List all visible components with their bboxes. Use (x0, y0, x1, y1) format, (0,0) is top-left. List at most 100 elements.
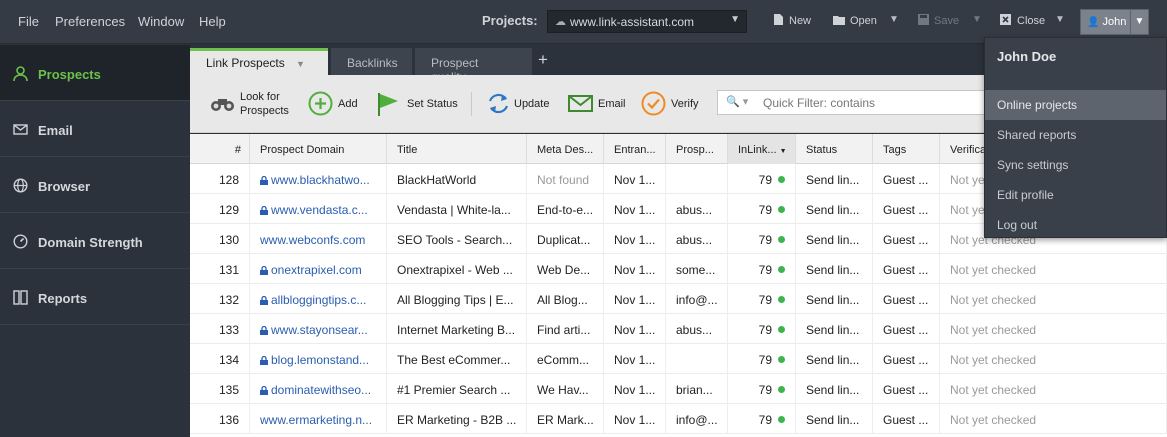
project-select[interactable]: ☁ www.link-assistant.com ▼ (547, 10, 747, 33)
update-button[interactable]: Update (486, 75, 552, 133)
cell-inlink-rank-text: 79 (758, 323, 772, 337)
reports-icon (13, 290, 28, 305)
cell-verification-text: Not yet checked (950, 353, 1037, 367)
user-menu: John Doe Online projects Shared reports … (984, 37, 1167, 238)
col-tags[interactable]: Tags (873, 134, 940, 164)
menu-file[interactable]: File (18, 14, 39, 29)
cell-prospect-email-text: info@... (676, 293, 718, 307)
look-for-prospects-button[interactable]: Look for Prospects (210, 75, 292, 133)
table-row[interactable]: 131 onextrapixel.com Onextrapixel - Web ..… (190, 254, 1167, 284)
save-button[interactable]: Save (917, 14, 959, 27)
cell-tags: Guest ... (873, 284, 940, 314)
status-dot-icon (778, 176, 785, 183)
add-button[interactable]: Add (308, 75, 364, 133)
menu-window[interactable]: Window (138, 14, 184, 29)
col-prospect-email[interactable]: Prosp... (666, 134, 728, 164)
table-row[interactable]: 134 blog.lemonstand... The Best eCommer...… (190, 344, 1167, 374)
col-prospect-domain[interactable]: Prospect Domain (250, 134, 387, 164)
sidebar-item-reports[interactable]: Reports (0, 269, 190, 325)
cell-tags: Guest ... (873, 194, 940, 224)
new-button[interactable]: New (772, 14, 811, 27)
save-label: Save (934, 15, 960, 27)
cell-tags-text: Guest ... (883, 173, 929, 187)
cell-number-text: 129 (218, 203, 239, 217)
menu-item-shared-reports[interactable]: Shared reports (985, 120, 1166, 150)
menu-item-sync-settings[interactable]: Sync settings (985, 150, 1166, 180)
user-button[interactable]: 👤 John ▼ (1080, 9, 1149, 35)
close-button[interactable]: Close (1000, 14, 1045, 27)
sidebar-item-email[interactable]: Email (0, 101, 190, 157)
menu-item-log-out[interactable]: Log out (985, 210, 1166, 240)
user-icon: 👤 (1087, 17, 1100, 28)
tab-backlinks[interactable]: Backlinks (331, 48, 412, 75)
cell-tags: Guest ... (873, 314, 940, 344)
cell-domain[interactable]: www.webconfs.com (250, 224, 387, 254)
user-button-label: John (1102, 16, 1127, 28)
cell-domain[interactable]: www.blackhatwo... (250, 164, 387, 194)
toolbar-separator (471, 92, 472, 116)
sidebar-item-prospects[interactable]: Prospects (0, 45, 190, 101)
status-dot-icon (778, 296, 785, 303)
cell-domain[interactable]: www.stayonsear... (250, 314, 387, 344)
cell-domain[interactable]: www.vendasta.c... (250, 194, 387, 224)
open-button[interactable]: Open (833, 14, 877, 27)
cell-tags: Guest ... (873, 254, 940, 284)
cell-title-text: BlackHatWorld (397, 173, 477, 187)
cell-tags-text: Guest ... (883, 203, 929, 217)
cell-meta: We Hav... (527, 374, 604, 404)
sidebar-item-label: Reports (38, 291, 88, 306)
cell-number: 131 (190, 254, 250, 284)
cell-title-text: All Blogging Tips | E... (397, 293, 514, 307)
menu-help[interactable]: Help (199, 14, 226, 29)
cell-number-text: 128 (218, 173, 239, 187)
cell-tags-text: Guest ... (883, 413, 929, 427)
sidebar-item-browser[interactable]: Browser (0, 157, 190, 213)
col-title[interactable]: Title (387, 134, 527, 164)
cell-inlink-rank: 79 (728, 374, 796, 404)
chevron-down-icon[interactable]: ▼ (1130, 10, 1148, 34)
cell-status: Send lin... (796, 284, 873, 314)
col-status[interactable]: Status (796, 134, 873, 164)
menu-item-edit-profile[interactable]: Edit profile (985, 180, 1166, 210)
menu-item-online-projects[interactable]: Online projects (985, 90, 1166, 120)
cell-prospect-email-text: abus... (676, 323, 713, 337)
lock-icon (260, 326, 268, 335)
col-entrance[interactable]: Entran... (604, 134, 666, 164)
email-button[interactable]: Email (568, 75, 626, 133)
cell-prospect-email (666, 344, 728, 374)
open-dropdown-icon[interactable]: ▼ (889, 14, 899, 25)
sidebar-item-domain-strength[interactable]: Domain Strength (0, 213, 190, 269)
cell-verification: Not yet checked (940, 344, 1167, 374)
col-inlink-rank[interactable]: InLink... ▼ (728, 134, 796, 164)
cell-number: 129 (190, 194, 250, 224)
add-tab-button[interactable]: + (538, 50, 548, 70)
tab-link-prospects[interactable]: Link Prospects ▼ (190, 48, 328, 75)
tab-prospect-quality[interactable]: Prospect quality (415, 48, 532, 84)
col-number[interactable]: # (190, 134, 250, 164)
update-label: Update (514, 98, 550, 110)
table-row[interactable]: 133 www.stayonsear... Internet Marketing B… (190, 314, 1167, 344)
cell-title-text: Vendasta | White-la... (397, 203, 511, 217)
close-dropdown-icon[interactable]: ▼ (1055, 14, 1065, 25)
cell-status: Send lin... (796, 224, 873, 254)
set-status-button[interactable]: Set Status (376, 75, 461, 133)
new-label: New (789, 15, 812, 27)
table-row[interactable]: 136 www.ermarketing.n... ER Marketing - B2… (190, 404, 1167, 434)
cell-domain[interactable]: dominatewithseo... (250, 374, 387, 404)
save-dropdown-icon[interactable]: ▼ (972, 14, 982, 25)
cell-domain[interactable]: allbloggingtips.c... (250, 284, 387, 314)
cell-prospect-email (666, 164, 728, 194)
add-icon (308, 91, 333, 116)
cell-domain[interactable]: www.ermarketing.n... (250, 404, 387, 434)
verify-button[interactable]: Verify (641, 75, 705, 133)
quick-filter-input[interactable]: 🔍 ▾ Quick Filter: contains (717, 90, 997, 115)
col-meta-description[interactable]: Meta Des... (527, 134, 604, 164)
lock-icon (260, 386, 268, 395)
table-row[interactable]: 132 allbloggingtips.c... All Blogging Tips… (190, 284, 1167, 314)
cell-domain[interactable]: blog.lemonstand... (250, 344, 387, 374)
chevron-down-icon[interactable]: ▼ (296, 59, 305, 69)
cell-domain[interactable]: onextrapixel.com (250, 254, 387, 284)
table-row[interactable]: 135 dominatewithseo... #1 Premier Search .… (190, 374, 1167, 404)
flag-icon (378, 93, 398, 116)
menu-preferences[interactable]: Preferences (55, 14, 125, 29)
